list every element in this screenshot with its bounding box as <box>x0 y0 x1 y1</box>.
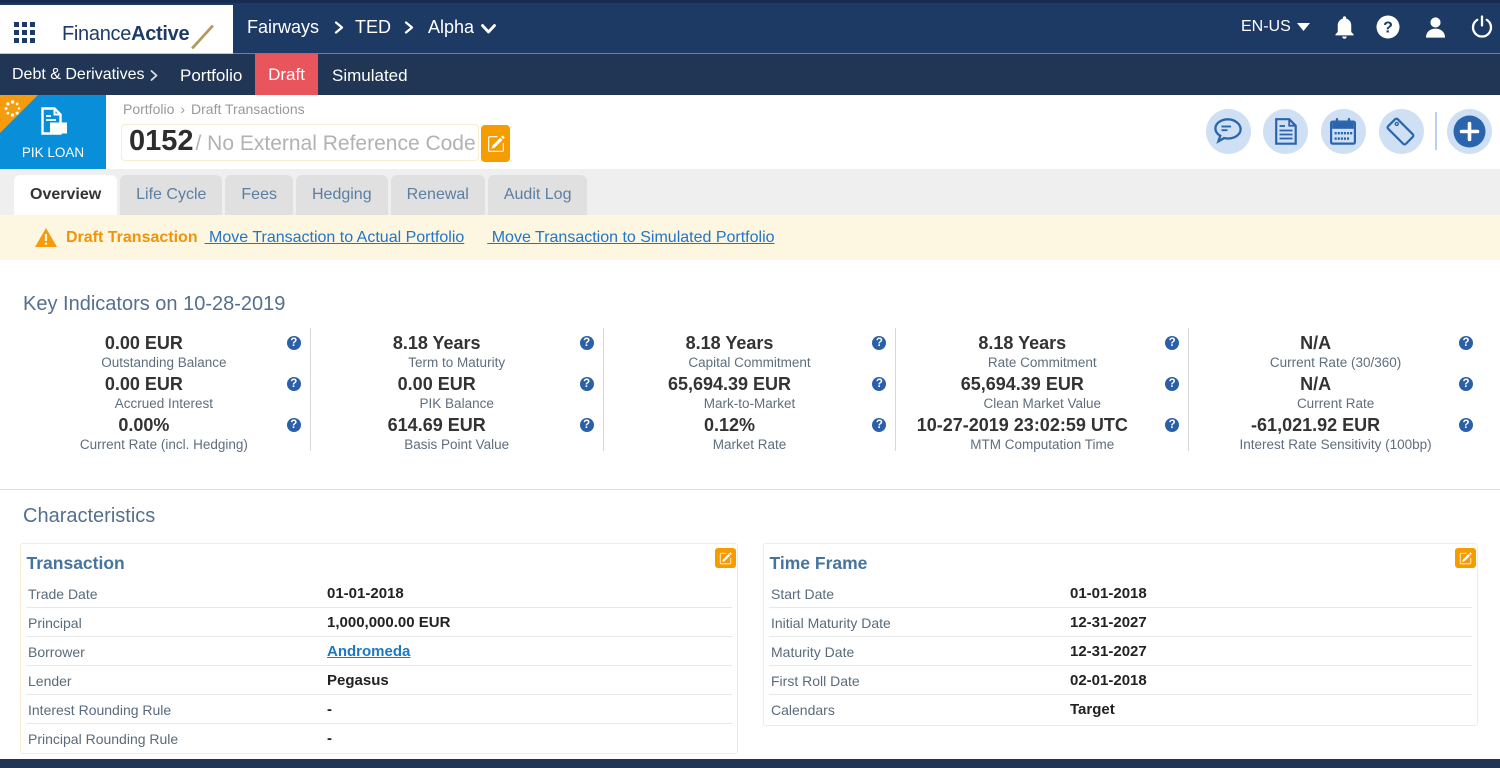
svg-text:?: ? <box>1383 19 1393 36</box>
